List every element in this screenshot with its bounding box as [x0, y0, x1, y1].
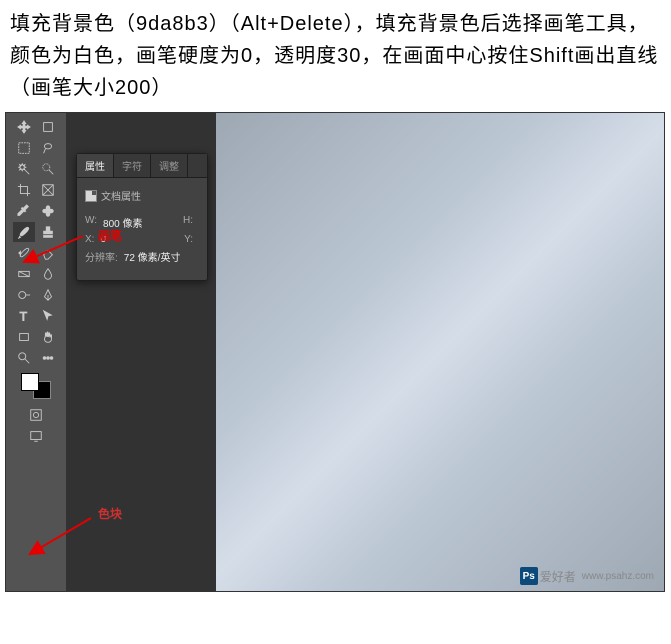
height-label: H:: [183, 215, 193, 230]
annotation-swatch-label: 色块: [98, 505, 122, 522]
marquee-tool[interactable]: [13, 138, 35, 158]
hand-tool[interactable]: [37, 327, 59, 347]
artboard-tool[interactable]: [37, 117, 59, 137]
color-swatches[interactable]: [21, 373, 51, 399]
wand-tool[interactable]: [13, 159, 35, 179]
tab-character[interactable]: 字符: [114, 154, 151, 177]
pen-tool[interactable]: [37, 285, 59, 305]
document-icon: [85, 190, 97, 202]
resolution-label: 分辨率:: [85, 249, 118, 264]
tutorial-screenshot: T 属性 字符 调整: [5, 112, 665, 592]
properties-body: 文档属性 W: 800 像素 H: X: 0 Y: 分辨率: 72 像素/英寸: [77, 178, 207, 280]
resolution-value: 72 像素/英寸: [124, 249, 181, 264]
tools-panel: T: [6, 113, 66, 591]
watermark-url: www.psahz.com: [582, 571, 654, 582]
gradient-tool[interactable]: [13, 264, 35, 284]
move-tool[interactable]: [13, 117, 35, 137]
tab-adjust[interactable]: 调整: [151, 154, 188, 177]
quick-select-tool[interactable]: [37, 159, 59, 179]
annotation-brush-label: 画笔: [98, 227, 122, 244]
x-label: X:: [85, 234, 94, 245]
crop-tool[interactable]: [13, 180, 35, 200]
lasso-tool[interactable]: [37, 138, 59, 158]
doc-properties-label: 文档属性: [101, 188, 141, 203]
properties-tabs: 属性 字符 调整: [77, 154, 207, 178]
svg-text:T: T: [20, 309, 28, 323]
foreground-swatch[interactable]: [21, 373, 39, 391]
eyedropper-tool[interactable]: [13, 201, 35, 221]
width-label: W:: [85, 215, 97, 230]
type-tool[interactable]: T: [13, 306, 35, 326]
properties-panel: 属性 字符 调整 文档属性 W: 800 像素 H: X: 0 Y: 分辨率: [76, 153, 208, 281]
stamp-tool[interactable]: [37, 222, 59, 242]
dodge-tool[interactable]: [13, 285, 35, 305]
doc-properties-row: 文档属性: [85, 184, 199, 211]
y-label: Y:: [184, 234, 193, 245]
blur-tool[interactable]: [37, 264, 59, 284]
ps-badge-icon: Ps: [520, 567, 538, 585]
frame-tool[interactable]: [37, 180, 59, 200]
screenmode-tool[interactable]: [25, 426, 47, 446]
eraser-tool[interactable]: [37, 243, 59, 263]
path-select-tool[interactable]: [37, 306, 59, 326]
healing-tool[interactable]: [37, 201, 59, 221]
brush-tool[interactable]: [13, 222, 35, 242]
instruction-text: 填充背景色（9da8b3）（Alt+Delete），填充背景色后选择画笔工具，颜…: [0, 0, 671, 112]
quickmask-tool[interactable]: [25, 405, 47, 425]
history-brush-tool[interactable]: [13, 243, 35, 263]
watermark: Ps 爱好者 www.psahz.com: [520, 567, 654, 585]
canvas[interactable]: [216, 113, 664, 591]
rectangle-tool[interactable]: [13, 327, 35, 347]
watermark-text: 爱好者: [540, 568, 576, 585]
zoom-tool[interactable]: [13, 348, 35, 368]
edit-toolbar[interactable]: [37, 348, 59, 368]
tab-properties[interactable]: 属性: [77, 154, 114, 177]
